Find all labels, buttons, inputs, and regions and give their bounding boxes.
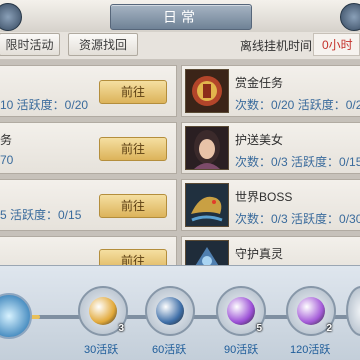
go-button[interactable]: 前往 (99, 194, 167, 218)
task-stats: 次数：0/3 活跃度：0/30 (235, 212, 360, 226)
task-list: 10 活跃度：0/20 前往 务 70 前往 5 活跃度：0/15 前往 前往 (0, 60, 360, 276)
task-card-world-boss[interactable]: 世界BOSS 次数：0/3 活跃度：0/30 (181, 179, 360, 231)
reward-count: 5 (256, 323, 262, 334)
blue-scroll-icon (156, 297, 184, 325)
task-title: 赏金任务 (235, 76, 284, 90)
title-bar: 日常 (0, 0, 360, 33)
reward-label: 90活跃 (224, 344, 259, 356)
tab-resource-retrieve[interactable]: 资源找回 (68, 33, 138, 56)
page-title: 日常 (110, 4, 252, 30)
task-title: 守护真灵 (235, 247, 284, 261)
toolbar: 限时活动 资源找回 离线挂机时间 0小时 (0, 32, 360, 59)
reward-label: 120活跃 (290, 344, 331, 356)
task-title: 世界BOSS (235, 190, 293, 204)
offline-time-value: 0小时 (313, 33, 360, 56)
task-card-left: 务 70 前往 (0, 122, 177, 174)
corner-ornament-icon (0, 3, 22, 31)
reward-chest-120[interactable]: 2 (286, 286, 336, 336)
activity-reward-bar: 3 30活跃 60活跃 5 90活跃 2 120活跃 (0, 265, 360, 360)
dragon-boss-icon (185, 183, 229, 227)
task-stats: 5 活跃度：0/15 (0, 208, 82, 222)
reward-chest-60[interactable] (145, 286, 195, 336)
corner-ornament-icon (340, 3, 360, 31)
task-stats: 次数：0/20 活跃度：0/20 (235, 98, 360, 112)
task-stats: 次数：0/3 活跃度：0/15 (235, 155, 360, 169)
reward-chest-next[interactable] (346, 286, 360, 336)
go-button[interactable]: 前往 (99, 137, 167, 161)
task-card-bounty[interactable]: 赏金任务 次数：0/20 活跃度：0/20 (181, 65, 360, 117)
task-card-left: 5 活跃度：0/15 前往 (0, 179, 177, 231)
task-stats: 70 (0, 153, 14, 167)
activity-orb-icon (0, 293, 32, 339)
task-title: 务 (0, 133, 13, 147)
reward-count: 3 (118, 323, 124, 334)
reward-chest-30[interactable]: 3 (78, 286, 128, 336)
reward-count: 2 (326, 323, 332, 334)
gold-token-icon (89, 297, 117, 325)
go-button[interactable]: 前往 (99, 80, 167, 104)
task-stats: 10 活跃度：0/20 (0, 98, 89, 112)
purple-gem-icon (227, 297, 255, 325)
bounty-seal-icon (185, 69, 229, 113)
reward-label: 60活跃 (152, 344, 187, 356)
daily-activity-screen: 日常 限时活动 资源找回 离线挂机时间 0小时 10 活跃度：0/20 前往 务… (0, 0, 360, 360)
reward-chest-90[interactable]: 5 (216, 286, 266, 336)
offline-time-label: 离线挂机时间 (240, 39, 313, 53)
beauty-portrait-icon (185, 126, 229, 170)
task-title: 护送美女 (235, 133, 284, 147)
task-card-escort[interactable]: 护送美女 次数：0/3 活跃度：0/15 (181, 122, 360, 174)
task-card-left: 10 活跃度：0/20 前往 (0, 65, 177, 117)
tab-limited-activity[interactable]: 限时活动 (0, 33, 60, 56)
reward-label: 30活跃 (84, 344, 119, 356)
purple-crystal-icon (297, 297, 325, 325)
